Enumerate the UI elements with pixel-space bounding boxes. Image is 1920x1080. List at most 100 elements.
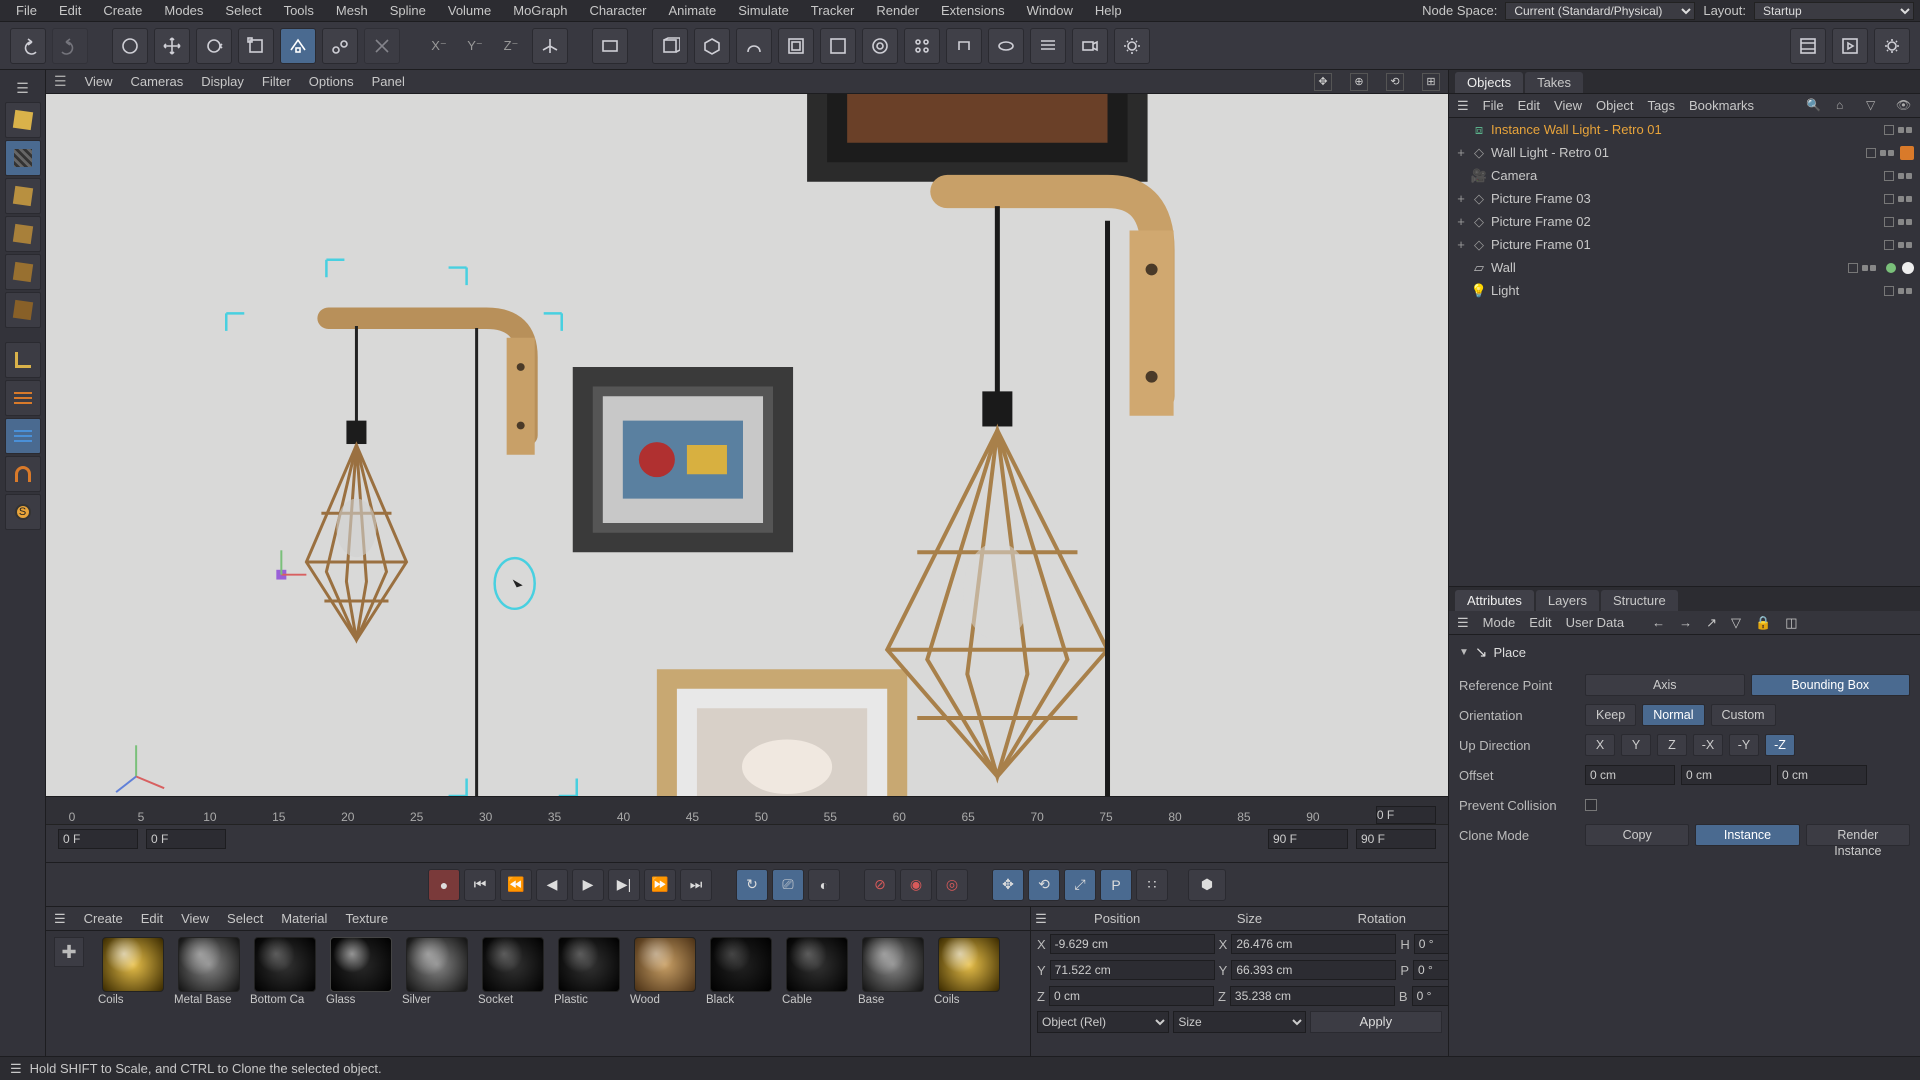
viewport-solo2-button[interactable] xyxy=(5,418,41,454)
updir-z[interactable]: Z xyxy=(1657,734,1687,756)
refpoint-axis-button[interactable]: Axis xyxy=(1585,674,1745,696)
coord-field[interactable] xyxy=(1049,986,1214,1006)
redo-button[interactable] xyxy=(52,28,88,64)
coord-system-button[interactable] xyxy=(532,28,568,64)
eye-icon[interactable]: 👁 xyxy=(1896,98,1912,114)
scale-tool[interactable] xyxy=(238,28,274,64)
vp-zoom-icon[interactable]: ⊕ xyxy=(1350,73,1368,91)
menu-animate[interactable]: Animate xyxy=(659,1,727,20)
workplane-button[interactable]: S xyxy=(5,494,41,530)
menu-mesh[interactable]: Mesh xyxy=(326,1,378,20)
field-button[interactable] xyxy=(862,28,898,64)
render-pv-button[interactable] xyxy=(1790,28,1826,64)
coord-field[interactable] xyxy=(1231,934,1396,954)
attr-menu-userdata[interactable]: User Data xyxy=(1566,615,1625,630)
menu-character[interactable]: Character xyxy=(579,1,656,20)
obj-menu-object[interactable]: Object xyxy=(1596,98,1634,113)
light-button[interactable] xyxy=(1114,28,1150,64)
prevent-collision-checkbox[interactable] xyxy=(1585,799,1597,811)
menu-tools[interactable]: Tools xyxy=(274,1,324,20)
search-icon[interactable]: 🔍 xyxy=(1806,98,1822,114)
material-item[interactable]: Black xyxy=(706,937,776,1006)
new-material-button[interactable]: ✚ xyxy=(54,937,84,967)
camera-button[interactable] xyxy=(1072,28,1108,64)
axis-x-toggle[interactable]: X⁻ xyxy=(424,28,454,64)
menu-edit[interactable]: Edit xyxy=(49,1,91,20)
dynamic-place-tool[interactable] xyxy=(322,28,358,64)
offset-x-field[interactable] xyxy=(1585,765,1675,785)
vp-menu-display[interactable]: Display xyxy=(201,74,244,89)
object-row[interactable]: + ◇ Picture Frame 01 xyxy=(1449,233,1920,256)
viewport-solo-button[interactable] xyxy=(5,380,41,416)
object-row[interactable]: 💡 Light xyxy=(1449,279,1920,302)
rotate-tool[interactable] xyxy=(196,28,232,64)
render-settings-button[interactable] xyxy=(1874,28,1910,64)
obj-menu-file[interactable]: File xyxy=(1483,98,1504,113)
back-arrow-icon[interactable]: ← xyxy=(1652,615,1665,630)
coord-field[interactable] xyxy=(1230,986,1395,1006)
offset-y-field[interactable] xyxy=(1681,765,1771,785)
home-icon[interactable]: ⌂ xyxy=(1836,98,1852,114)
menu-select[interactable]: Select xyxy=(215,1,271,20)
goto-end-button[interactable]: ⏭ xyxy=(680,869,712,901)
key-mode-a-button[interactable]: ⎚ xyxy=(772,869,804,901)
next-frame-button[interactable]: ▶| xyxy=(608,869,640,901)
timeline-ruler[interactable]: 0510 152025 303540 455055 606570 758085 … xyxy=(46,797,1448,825)
timeline-range-end[interactable] xyxy=(1376,806,1436,824)
mograph-button[interactable] xyxy=(904,28,940,64)
mat-menu-view[interactable]: View xyxy=(181,911,209,926)
vp-layout-icon[interactable]: ⊞ xyxy=(1422,73,1440,91)
object-row[interactable]: ⧈ Instance Wall Light - Retro 01 xyxy=(1449,118,1920,141)
history-tool[interactable] xyxy=(364,28,400,64)
render-view-button[interactable] xyxy=(592,28,628,64)
layout-select[interactable]: Startup xyxy=(1754,2,1914,20)
rot-key-button[interactable]: ⟲ xyxy=(1028,869,1060,901)
material-item[interactable]: Metal Base xyxy=(174,937,244,1006)
model-mode-button[interactable] xyxy=(5,102,41,138)
mat-menu-texture[interactable]: Texture xyxy=(345,911,388,926)
live-select-tool[interactable] xyxy=(112,28,148,64)
axis-mode-button[interactable] xyxy=(5,342,41,378)
vp-rotate-icon[interactable]: ⟲ xyxy=(1386,73,1404,91)
primitive-frame-button[interactable] xyxy=(652,28,688,64)
menu-volume[interactable]: Volume xyxy=(438,1,501,20)
vp-menu-view[interactable]: View xyxy=(85,74,113,89)
updir-x[interactable]: X xyxy=(1585,734,1615,756)
material-item[interactable]: Glass xyxy=(326,937,396,1006)
material-item[interactable]: Socket xyxy=(478,937,548,1006)
clone-render-instance-button[interactable]: Render Instance xyxy=(1806,824,1910,846)
object-tree[interactable]: ⧈ Instance Wall Light - Retro 01 + ◇ Wal… xyxy=(1449,118,1920,586)
menu-file[interactable]: File xyxy=(6,1,47,20)
primitive-cube-button[interactable] xyxy=(694,28,730,64)
poly-mode-button[interactable] xyxy=(5,292,41,328)
object-row[interactable]: + ◇ Wall Light - Retro 01 xyxy=(1449,141,1920,164)
generator-button[interactable] xyxy=(778,28,814,64)
menu-window[interactable]: Window xyxy=(1017,1,1083,20)
vp-move-icon[interactable]: ✥ xyxy=(1314,73,1332,91)
object-row[interactable]: ▱ Wall xyxy=(1449,256,1920,279)
menu-tracker[interactable]: Tracker xyxy=(801,1,865,20)
volume-button[interactable] xyxy=(946,28,982,64)
offset-z-field[interactable] xyxy=(1777,765,1867,785)
material-item[interactable]: Coils xyxy=(934,937,1004,1006)
updir-ny[interactable]: -Y xyxy=(1729,734,1759,756)
keyframe-sel-button[interactable]: ◎ xyxy=(936,869,968,901)
object-row[interactable]: + ◇ Picture Frame 03 xyxy=(1449,187,1920,210)
hamburger-icon[interactable]: ☰ xyxy=(5,76,41,100)
node-space-select[interactable]: Current (Standard/Physical) xyxy=(1505,2,1695,20)
coord-apply-button[interactable]: Apply xyxy=(1310,1011,1442,1033)
play-button[interactable]: ▶ xyxy=(572,869,604,901)
tab-objects[interactable]: Objects xyxy=(1455,72,1523,93)
mat-menu-create[interactable]: Create xyxy=(84,911,123,926)
material-item[interactable]: Bottom Ca xyxy=(250,937,320,1006)
material-item[interactable]: Wood xyxy=(630,937,700,1006)
orient-keep-button[interactable]: Keep xyxy=(1585,704,1636,726)
clone-instance-button[interactable]: Instance xyxy=(1695,824,1799,846)
object-row[interactable]: + ◇ Picture Frame 02 xyxy=(1449,210,1920,233)
menu-mograph[interactable]: MoGraph xyxy=(503,1,577,20)
timeline-end-field-a[interactable] xyxy=(1268,829,1348,849)
orient-custom-button[interactable]: Custom xyxy=(1711,704,1776,726)
material-item[interactable]: Plastic xyxy=(554,937,624,1006)
tab-layers[interactable]: Layers xyxy=(1536,590,1599,611)
obj-menu-view[interactable]: View xyxy=(1554,98,1582,113)
